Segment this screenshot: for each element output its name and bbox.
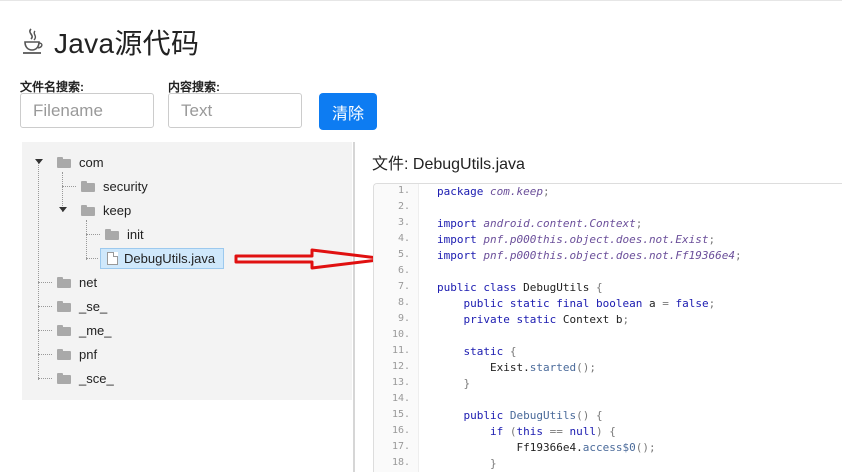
folder-icon	[57, 300, 71, 312]
file-title: 文件: DebugUtils.java	[372, 156, 525, 173]
page-header: Java源代码	[20, 24, 199, 60]
expand-arrow-icon[interactable]	[35, 159, 43, 164]
tree-node-label: keep	[103, 202, 132, 218]
code-line: import android.content.Context;	[437, 217, 643, 230]
tree-node-label: _sce_	[79, 370, 114, 386]
tree-node-me[interactable]: _me_	[57, 320, 112, 340]
tree-node-label: init	[127, 226, 144, 242]
code-viewer[interactable]: 1. package com.keep; 2. 3. import android.co…	[373, 183, 842, 472]
code-line: }	[437, 457, 497, 470]
line-number: 16.	[391, 425, 410, 436]
line-number: 15.	[391, 409, 410, 420]
folder-icon	[105, 228, 119, 240]
folder-icon	[81, 180, 95, 192]
line-number: 17.	[391, 441, 410, 452]
tree-line	[86, 220, 87, 260]
code-line: public class DebugUtils {	[437, 281, 603, 294]
folder-icon	[57, 156, 71, 168]
line-number: 9.	[397, 313, 410, 324]
code-line: public static final boolean a = false;	[463, 297, 716, 310]
tree-node-debugutils-java[interactable]: DebugUtils.java	[107, 248, 215, 268]
code-line: Ff19366e4.access$0();	[516, 441, 656, 454]
code-line: import pnf.p000this.object.does.not.Exis…	[437, 233, 716, 246]
tree-line	[38, 306, 52, 307]
content-search-input[interactable]	[168, 93, 302, 128]
line-number: 14.	[391, 393, 410, 404]
tree-node-sce[interactable]: _sce_	[57, 368, 114, 388]
code-line: package com.keep;	[437, 185, 550, 198]
panel-splitter[interactable]	[353, 142, 355, 472]
red-arrow-annotation	[234, 248, 388, 270]
line-number: 11.	[391, 345, 410, 356]
tree-line	[38, 354, 52, 355]
code-line: private static Context b;	[463, 313, 630, 326]
tree-node-keep[interactable]: keep	[81, 200, 131, 220]
tree-line	[86, 234, 100, 235]
code-line: import pnf.p000this.object.does.not.Ff19…	[437, 249, 742, 262]
tree-node-label: com	[79, 154, 104, 170]
java-coffee-icon	[23, 28, 43, 54]
folder-icon	[57, 348, 71, 360]
tree-node-se[interactable]: _se_	[57, 296, 107, 316]
line-number: 18.	[391, 457, 410, 468]
code-line: public DebugUtils() {	[463, 409, 603, 422]
folder-icon	[57, 276, 71, 288]
line-number: 13.	[391, 377, 410, 388]
folder-icon	[57, 324, 71, 336]
line-number: 4.	[397, 233, 410, 244]
line-number: 10.	[391, 329, 410, 340]
tree-node-com[interactable]: com	[57, 152, 104, 172]
line-number: 1.	[397, 185, 410, 196]
folder-icon	[57, 372, 71, 384]
tree-node-init[interactable]: init	[105, 224, 144, 244]
code-line: }	[437, 377, 471, 390]
line-number: 12.	[391, 361, 410, 372]
tree-line	[38, 160, 39, 380]
tree-line	[62, 186, 76, 187]
tree-node-security[interactable]: security	[81, 176, 148, 196]
tree-node-pnf[interactable]: pnf	[57, 344, 97, 364]
folder-icon	[81, 204, 95, 216]
code-line: if (this == null) {	[489, 425, 616, 438]
code-line: static {	[463, 345, 517, 358]
tree-line	[38, 378, 52, 379]
tree-node-label: DebugUtils.java	[124, 250, 216, 266]
tree-node-label: _me_	[79, 322, 112, 338]
line-number: 3.	[397, 217, 410, 228]
clear-button[interactable]: 清除	[319, 93, 377, 130]
tree-node-label: security	[103, 178, 148, 194]
filename-search-input[interactable]	[20, 93, 154, 128]
tree-line	[38, 282, 52, 283]
tree-line	[38, 330, 52, 331]
file-icon	[107, 251, 118, 265]
tree-line	[62, 172, 63, 212]
line-number: 7.	[397, 281, 410, 292]
tree-node-label: net	[79, 274, 98, 290]
line-number: 6.	[397, 265, 410, 276]
line-number: 8.	[397, 297, 410, 308]
expand-arrow-icon[interactable]	[59, 207, 67, 212]
code-line: Exist.started();	[489, 361, 596, 374]
line-number: 5.	[397, 249, 410, 260]
tree-line	[86, 258, 98, 259]
tree-node-label: pnf	[79, 346, 98, 362]
page-title: Java源代码	[54, 28, 200, 59]
line-number: 2.	[397, 201, 410, 212]
tree-node-label: _se_	[79, 298, 108, 314]
tree-node-net[interactable]: net	[57, 272, 97, 292]
top-border	[0, 0, 842, 1]
